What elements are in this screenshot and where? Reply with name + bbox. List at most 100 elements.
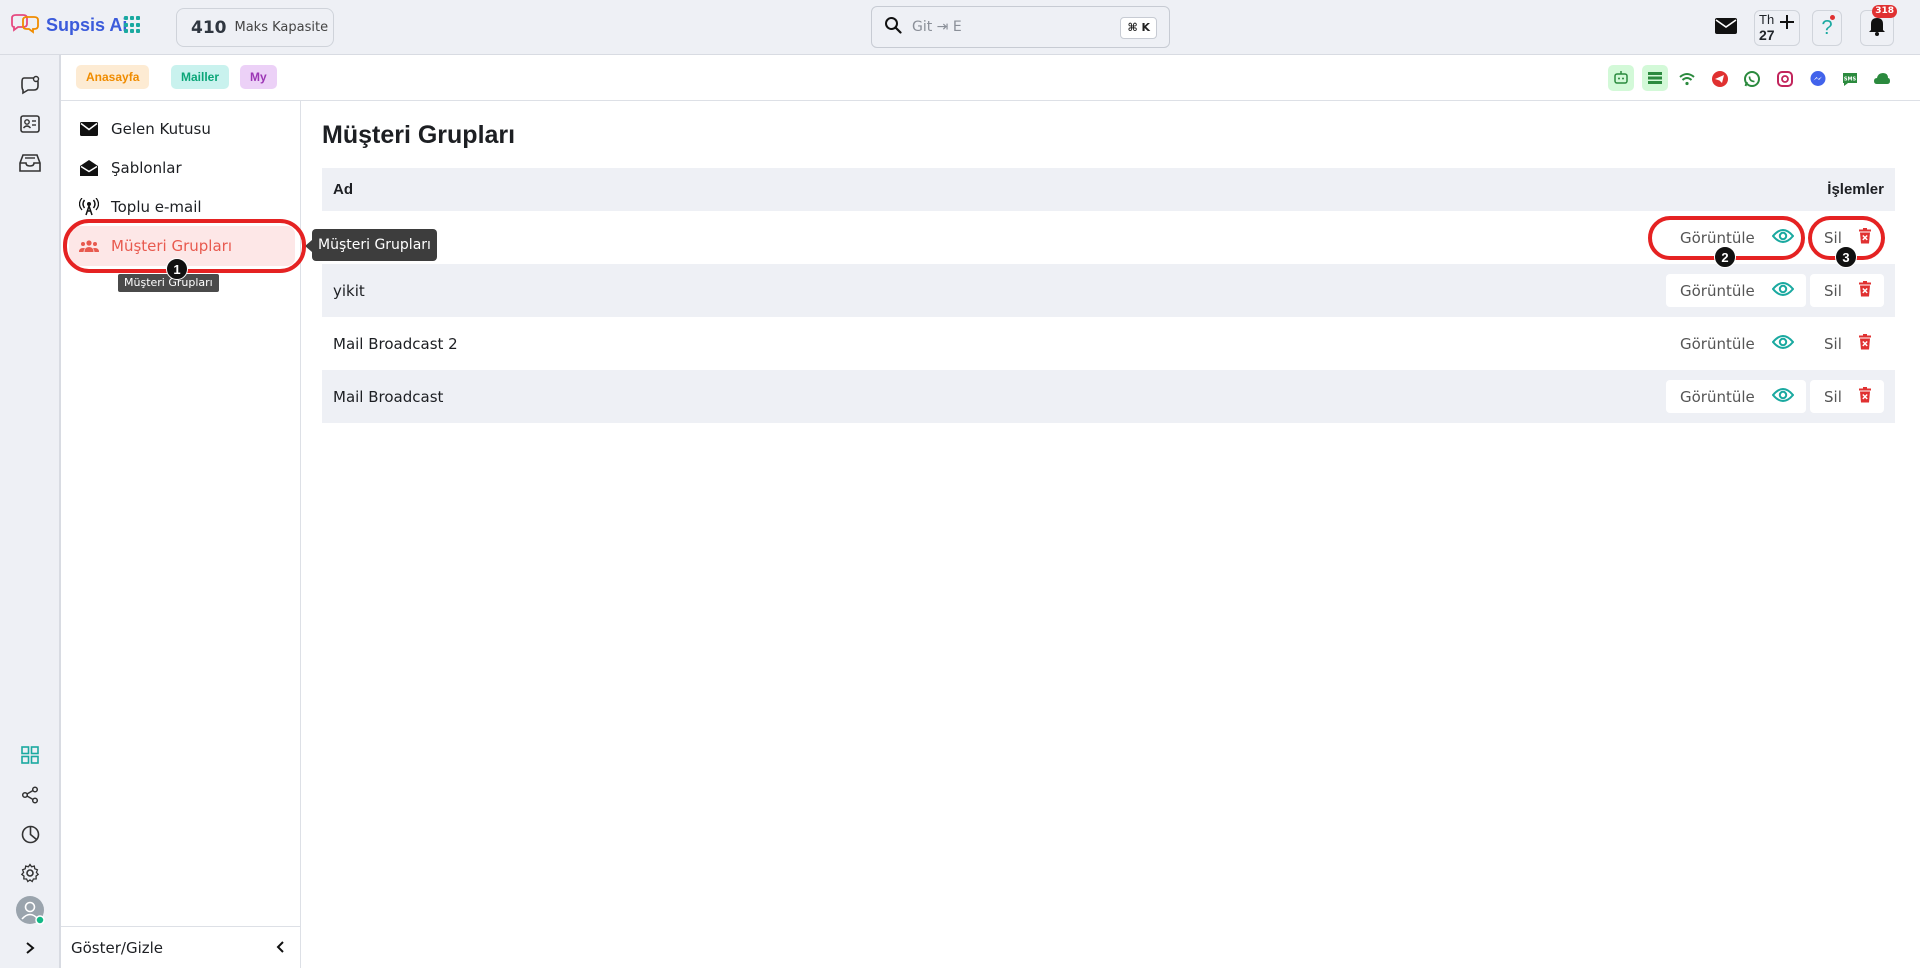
logo[interactable]: Supsis Ai (10, 14, 127, 36)
delete-button[interactable]: Sil (1810, 274, 1884, 307)
search-placeholder: Git ⇥ E (912, 19, 962, 35)
table-header: Ad İşlemler (322, 168, 1895, 211)
sms-icon[interactable]: SMS (1838, 67, 1862, 91)
sidebar-item-sablonlar[interactable]: Şablonlar (69, 148, 295, 188)
table-row: yikit Görüntüle Sil (322, 264, 1895, 317)
share-icon[interactable] (17, 782, 43, 808)
notifications-button[interactable]: 318 (1860, 5, 1897, 46)
app-window: Supsis Ai 410 Maks Kapasite Git ⇥ E ⌘ K … (0, 0, 1920, 968)
logo-icon (10, 14, 40, 36)
step-marker-2: 2 (1714, 246, 1736, 268)
telegram-icon[interactable] (1708, 67, 1732, 91)
eye-icon (1771, 281, 1795, 301)
step-marker-3: 3 (1835, 246, 1857, 268)
bot-icon[interactable] (1608, 65, 1634, 91)
eye-icon (1771, 334, 1795, 354)
envelope-icon (79, 119, 99, 139)
table-row: Enes DURGörüntüleSil (322, 211, 1895, 264)
logo-text: Supsis Ai (46, 14, 128, 35)
instagram-icon[interactable] (1773, 67, 1797, 91)
toggle-sidebar-footer[interactable]: Göster/Gizle (61, 926, 301, 968)
expand-chevron-icon[interactable] (17, 935, 43, 961)
delete-label: Sil (1824, 387, 1842, 406)
groups-table: Ad İşlemler Enes DURGörüntüleSilyikitGör… (322, 168, 1895, 423)
sidebar-tooltip: Müşteri Grupları (312, 229, 437, 261)
search-icon (884, 16, 902, 38)
tooltip-arrow (305, 240, 312, 252)
capacity-indicator[interactable]: 410 Maks Kapasite (176, 8, 334, 47)
view-label: Görüntüle (1680, 334, 1755, 353)
view-button[interactable]: Görüntüle (1666, 380, 1806, 413)
page-title: Müşteri Grupları (322, 121, 516, 149)
plus-icon (1779, 14, 1795, 34)
settings-gear-icon[interactable] (17, 860, 43, 886)
view-label: Görüntüle (1680, 281, 1755, 300)
row-actions: Görüntüle Sil (1666, 327, 1895, 360)
calendar-day-abbr: Th (1759, 12, 1775, 27)
avatar[interactable] (15, 895, 45, 925)
collapse-chevron-icon[interactable] (275, 940, 285, 958)
tab-anasayfa[interactable]: Anasayfa (76, 65, 150, 89)
delete-button[interactable]: Sil (1810, 327, 1884, 360)
inbox-tray-icon[interactable] (17, 150, 43, 176)
calendar-add-button[interactable]: Th 27 (1754, 10, 1800, 46)
trash-icon (1858, 333, 1872, 354)
delete-label: Sil (1824, 228, 1842, 247)
dashboard-grid-icon[interactable] (17, 742, 43, 768)
question-icon: ? (1821, 16, 1833, 39)
view-button[interactable]: Görüntüle (1666, 274, 1806, 307)
notification-badge: 318 (1872, 5, 1897, 18)
main-content: Müşteri Grupları Ad İşlemler Enes DURGör… (301, 101, 1920, 968)
tab-my[interactable]: My (240, 65, 277, 89)
search-input[interactable]: Git ⇥ E ⌘ K (871, 6, 1170, 48)
delete-button[interactable]: Sil (1810, 380, 1884, 413)
table-row: Mail Broadcast Görüntüle Sil (322, 370, 1895, 423)
sidebar-item-label: Toplu e-mail (111, 198, 202, 216)
envelope-icon (1715, 18, 1737, 38)
help-button[interactable]: ? (1812, 10, 1842, 46)
view-button[interactable]: Görüntüle (1666, 221, 1806, 254)
toggle-sidebar-label: Göster/Gizle (71, 938, 164, 957)
apps-grid-icon[interactable] (124, 16, 142, 34)
top-bar: Supsis Ai 410 Maks Kapasite Git ⇥ E ⌘ K … (0, 0, 1920, 55)
column-header-actions: İşlemler (1827, 181, 1884, 198)
sidebar-item-label: Şablonlar (111, 159, 182, 177)
eye-icon (1771, 387, 1795, 407)
row-actions: Görüntüle Sil (1666, 221, 1895, 254)
messenger-icon[interactable] (1806, 67, 1830, 91)
step-marker-1: 1 (166, 258, 188, 280)
group-name: Mail Broadcast (333, 387, 444, 406)
sidebar-item-label: Gelen Kutusu (111, 120, 211, 138)
sidebar-item-toplu-email[interactable]: Toplu e-mail (69, 187, 295, 227)
group-name: Mail Broadcast 2 (333, 334, 458, 353)
wifi-icon[interactable] (1675, 67, 1699, 91)
help-dot-icon (1830, 15, 1835, 20)
tab-mailler[interactable]: Mailler (171, 65, 230, 89)
trash-icon (1858, 227, 1872, 248)
mail-button[interactable] (1714, 10, 1738, 46)
envelope-open-icon (79, 158, 99, 178)
view-label: Görüntüle (1680, 387, 1755, 406)
calendar-day-num: 27 (1759, 27, 1775, 43)
list-icon[interactable] (1642, 65, 1668, 91)
chat-icon[interactable] (17, 72, 43, 98)
left-rail (0, 55, 60, 968)
view-button[interactable]: Görüntüle (1666, 327, 1806, 360)
row-actions: Görüntüle Sil (1666, 274, 1895, 307)
sidebar-item-gelen-kutusu[interactable]: Gelen Kutusu (69, 109, 295, 149)
search-shortcut: ⌘ K (1120, 17, 1157, 39)
bell-icon (1868, 16, 1886, 40)
contact-card-icon[interactable] (17, 111, 43, 137)
content-shell: Anasayfa Mailler My SMS Gelen Kutusu Şab… (60, 55, 1920, 968)
view-label: Görüntüle (1680, 228, 1755, 247)
tabs-bar: Anasayfa Mailler My SMS (61, 55, 1920, 101)
pie-chart-icon[interactable] (17, 821, 43, 847)
mail-sidebar: Gelen Kutusu Şablonlar Toplu e-mail Müşt… (61, 101, 301, 968)
whatsapp-icon[interactable] (1740, 67, 1764, 91)
capacity-number: 410 (191, 17, 227, 38)
broadcast-icon (79, 197, 99, 217)
cloud-icon[interactable] (1870, 67, 1894, 91)
eye-icon (1771, 228, 1795, 248)
delete-label: Sil (1824, 334, 1842, 353)
column-header-name: Ad (333, 181, 353, 198)
